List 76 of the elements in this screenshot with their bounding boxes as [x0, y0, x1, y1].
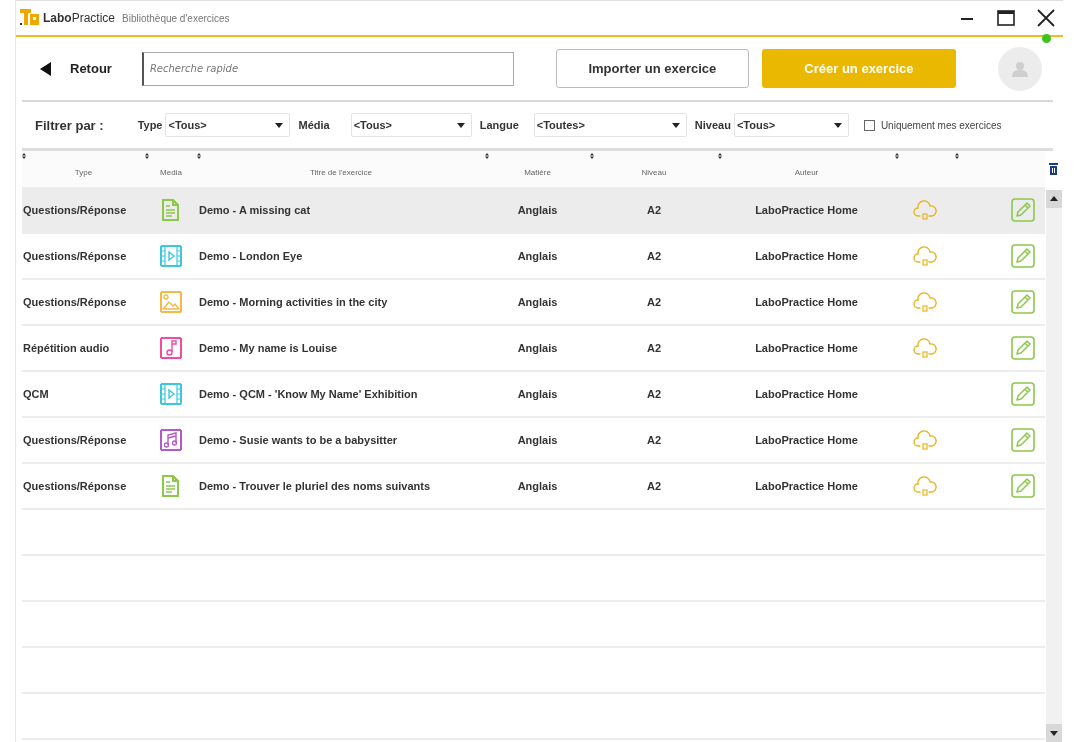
table-cell-text: Demo - Trouver le pluriel des noms suivants	[198, 480, 432, 492]
scroll-up-button[interactable]	[1045, 190, 1062, 208]
sort-icon[interactable]	[895, 153, 899, 159]
table-cell-text: Demo - My name is Louise	[198, 342, 339, 354]
table-cell-text: Anglais	[516, 250, 559, 262]
table-cell-text: LaboPractice Home	[754, 250, 859, 262]
table-cell-text: A2	[645, 480, 663, 492]
table-cell-text: Questions/Réponse	[22, 204, 128, 216]
table-cell-text: Demo - Morning activities in the city	[198, 296, 389, 308]
table-cell-text: Anglais	[516, 388, 559, 400]
caret-icon	[275, 122, 284, 128]
table-cell-text: A2	[645, 342, 663, 354]
app-name: LaboPractice	[43, 11, 116, 25]
filter-label: Langue	[479, 119, 519, 131]
table-cell-text: Anglais	[516, 204, 559, 216]
table-cell-text: Anglais	[516, 342, 559, 354]
checkbox-label[interactable]: Uniquement mes exercices	[880, 119, 1002, 131]
table-cell-text: LaboPractice Home	[754, 342, 859, 354]
import-button[interactable]: Importer un exercice	[555, 49, 749, 88]
table-cell-text: LaboPractice Home	[754, 296, 859, 308]
trash-icon[interactable]	[1049, 163, 1058, 175]
column-header[interactable]: Niveau	[641, 167, 667, 177]
table-cell-text: Demo - QCM - 'Know My Name' Exhibition	[198, 388, 419, 400]
filter-label: Média	[298, 119, 330, 131]
table-cell-text: Répétition audio	[22, 342, 111, 354]
checkbox[interactable]	[863, 119, 875, 131]
caret-icon	[833, 122, 842, 128]
sort-icon[interactable]	[955, 153, 959, 159]
filter-label: Type	[137, 119, 163, 131]
table-cell-text: A2	[645, 388, 663, 400]
table-cell-text: Demo - Susie wants to be a babysitter	[198, 434, 399, 446]
back-arrow-icon	[40, 61, 52, 76]
table-cell-text: A2	[645, 250, 663, 262]
filter-label: Filtrer par :	[35, 117, 104, 133]
logo-icon	[20, 9, 40, 27]
table-cell-text: A2	[645, 204, 663, 216]
table-cell-text: Demo - A missing cat	[198, 204, 312, 216]
table-cell-text: Questions/Réponse	[22, 480, 128, 492]
table-cell-text: A2	[645, 434, 663, 446]
filter-dropdown[interactable]: <Tous>	[165, 113, 291, 137]
sort-icon[interactable]	[590, 153, 594, 159]
column-header[interactable]: Auteur	[794, 167, 819, 177]
column-header[interactable]: Matière	[524, 167, 551, 177]
table-cell-text: Anglais	[516, 480, 559, 492]
filter-dropdown[interactable]: <Tous>	[350, 113, 472, 137]
table-cell-text: LaboPractice Home	[754, 434, 859, 446]
column-header[interactable]: Media	[160, 167, 182, 177]
table-cell-text: Demo - London Eye	[198, 250, 304, 262]
caret-icon	[456, 122, 465, 128]
sort-icon[interactable]	[197, 153, 201, 159]
filter-dropdown[interactable]: <Toutes>	[533, 113, 687, 137]
back-button[interactable]: Retour	[30, 55, 122, 82]
sort-icon[interactable]	[485, 153, 489, 159]
scroll-down-button[interactable]	[1045, 724, 1062, 742]
table-cell-text: LaboPractice Home	[754, 204, 859, 216]
filter-label: Niveau	[694, 119, 731, 131]
table-cell-text: Questions/Réponse	[22, 434, 128, 446]
column-header[interactable]: Titre de l'exercice	[309, 167, 373, 177]
search-field[interactable]: Recherche rapide	[141, 51, 514, 86]
column-header[interactable]: Type	[74, 167, 93, 177]
sort-icon[interactable]	[22, 153, 26, 159]
caret-icon	[671, 122, 680, 128]
table-cell-text: LaboPractice Home	[754, 388, 859, 400]
close-icon[interactable]	[1037, 9, 1055, 27]
table-cell-text: Questions/Réponse	[22, 296, 128, 308]
table-cell-text: QCM	[22, 388, 50, 400]
window-title: Bibliothèque d'exercices	[122, 12, 230, 24]
table-cell-text: LaboPractice Home	[754, 480, 859, 492]
table-cell-text: Questions/Réponse	[22, 250, 128, 262]
sort-icon[interactable]	[145, 153, 149, 159]
maximize-icon[interactable]	[997, 10, 1015, 26]
table-cell-text: Anglais	[516, 296, 559, 308]
table-cell-text: Anglais	[516, 434, 559, 446]
table-cell-text: A2	[645, 296, 663, 308]
filter-dropdown[interactable]: <Tous>	[733, 113, 849, 137]
sort-icon[interactable]	[718, 153, 722, 159]
